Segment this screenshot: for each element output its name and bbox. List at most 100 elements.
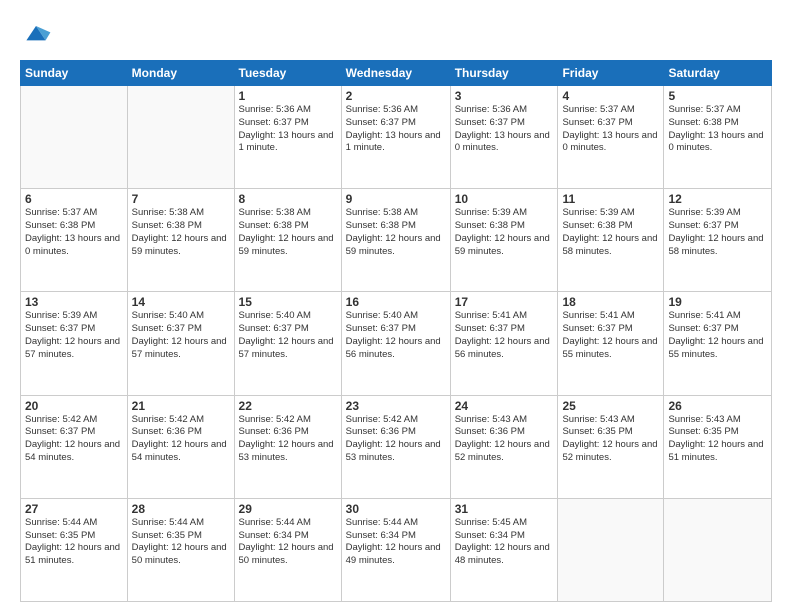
calendar-cell: 4Sunrise: 5:37 AM Sunset: 6:37 PM Daylig… (558, 86, 664, 189)
day-info: Sunrise: 5:40 AM Sunset: 6:37 PM Dayligh… (132, 310, 230, 361)
day-number: 25 (562, 399, 659, 413)
header (20, 18, 772, 50)
calendar-week-row: 27Sunrise: 5:44 AM Sunset: 6:35 PM Dayli… (21, 498, 772, 601)
day-info: Sunrise: 5:42 AM Sunset: 6:36 PM Dayligh… (132, 414, 230, 465)
day-info: Sunrise: 5:43 AM Sunset: 6:35 PM Dayligh… (668, 414, 767, 465)
calendar-cell: 5Sunrise: 5:37 AM Sunset: 6:38 PM Daylig… (664, 86, 772, 189)
day-number: 31 (455, 502, 554, 516)
day-of-week-header: Sunday (21, 61, 128, 86)
day-number: 21 (132, 399, 230, 413)
day-info: Sunrise: 5:42 AM Sunset: 6:37 PM Dayligh… (25, 414, 123, 465)
day-of-week-header: Monday (127, 61, 234, 86)
day-info: Sunrise: 5:37 AM Sunset: 6:37 PM Dayligh… (562, 104, 659, 155)
calendar-cell: 1Sunrise: 5:36 AM Sunset: 6:37 PM Daylig… (234, 86, 341, 189)
logo-icon (20, 18, 52, 50)
calendar-cell: 3Sunrise: 5:36 AM Sunset: 6:37 PM Daylig… (450, 86, 558, 189)
day-of-week-header: Saturday (664, 61, 772, 86)
day-number: 13 (25, 295, 123, 309)
day-info: Sunrise: 5:43 AM Sunset: 6:36 PM Dayligh… (455, 414, 554, 465)
logo (20, 18, 56, 50)
day-number: 1 (239, 89, 337, 103)
day-info: Sunrise: 5:39 AM Sunset: 6:37 PM Dayligh… (668, 207, 767, 258)
day-of-week-header: Wednesday (341, 61, 450, 86)
calendar-cell: 26Sunrise: 5:43 AM Sunset: 6:35 PM Dayli… (664, 395, 772, 498)
calendar-week-row: 6Sunrise: 5:37 AM Sunset: 6:38 PM Daylig… (21, 189, 772, 292)
day-info: Sunrise: 5:40 AM Sunset: 6:37 PM Dayligh… (239, 310, 337, 361)
calendar-cell: 24Sunrise: 5:43 AM Sunset: 6:36 PM Dayli… (450, 395, 558, 498)
calendar-week-row: 13Sunrise: 5:39 AM Sunset: 6:37 PM Dayli… (21, 292, 772, 395)
calendar-cell: 13Sunrise: 5:39 AM Sunset: 6:37 PM Dayli… (21, 292, 128, 395)
calendar-cell (664, 498, 772, 601)
calendar-cell: 23Sunrise: 5:42 AM Sunset: 6:36 PM Dayli… (341, 395, 450, 498)
day-number: 8 (239, 192, 337, 206)
day-number: 20 (25, 399, 123, 413)
day-number: 23 (346, 399, 446, 413)
day-info: Sunrise: 5:43 AM Sunset: 6:35 PM Dayligh… (562, 414, 659, 465)
day-info: Sunrise: 5:44 AM Sunset: 6:34 PM Dayligh… (346, 517, 446, 568)
day-number: 16 (346, 295, 446, 309)
day-info: Sunrise: 5:36 AM Sunset: 6:37 PM Dayligh… (239, 104, 337, 155)
day-number: 14 (132, 295, 230, 309)
day-info: Sunrise: 5:41 AM Sunset: 6:37 PM Dayligh… (668, 310, 767, 361)
day-number: 11 (562, 192, 659, 206)
day-number: 12 (668, 192, 767, 206)
day-number: 24 (455, 399, 554, 413)
day-number: 19 (668, 295, 767, 309)
day-number: 2 (346, 89, 446, 103)
calendar-cell: 10Sunrise: 5:39 AM Sunset: 6:38 PM Dayli… (450, 189, 558, 292)
calendar-week-row: 1Sunrise: 5:36 AM Sunset: 6:37 PM Daylig… (21, 86, 772, 189)
day-of-week-header: Thursday (450, 61, 558, 86)
calendar-cell: 2Sunrise: 5:36 AM Sunset: 6:37 PM Daylig… (341, 86, 450, 189)
day-number: 18 (562, 295, 659, 309)
calendar-cell (558, 498, 664, 601)
day-info: Sunrise: 5:44 AM Sunset: 6:35 PM Dayligh… (132, 517, 230, 568)
day-info: Sunrise: 5:36 AM Sunset: 6:37 PM Dayligh… (455, 104, 554, 155)
day-number: 22 (239, 399, 337, 413)
day-number: 5 (668, 89, 767, 103)
day-info: Sunrise: 5:41 AM Sunset: 6:37 PM Dayligh… (455, 310, 554, 361)
calendar: SundayMondayTuesdayWednesdayThursdayFrid… (20, 60, 772, 602)
day-info: Sunrise: 5:42 AM Sunset: 6:36 PM Dayligh… (346, 414, 446, 465)
calendar-cell: 11Sunrise: 5:39 AM Sunset: 6:38 PM Dayli… (558, 189, 664, 292)
day-info: Sunrise: 5:39 AM Sunset: 6:37 PM Dayligh… (25, 310, 123, 361)
day-number: 7 (132, 192, 230, 206)
day-info: Sunrise: 5:37 AM Sunset: 6:38 PM Dayligh… (25, 207, 123, 258)
calendar-week-row: 20Sunrise: 5:42 AM Sunset: 6:37 PM Dayli… (21, 395, 772, 498)
day-number: 17 (455, 295, 554, 309)
day-number: 3 (455, 89, 554, 103)
day-number: 26 (668, 399, 767, 413)
day-info: Sunrise: 5:39 AM Sunset: 6:38 PM Dayligh… (562, 207, 659, 258)
calendar-cell: 21Sunrise: 5:42 AM Sunset: 6:36 PM Dayli… (127, 395, 234, 498)
calendar-header-row: SundayMondayTuesdayWednesdayThursdayFrid… (21, 61, 772, 86)
day-info: Sunrise: 5:38 AM Sunset: 6:38 PM Dayligh… (132, 207, 230, 258)
calendar-cell: 19Sunrise: 5:41 AM Sunset: 6:37 PM Dayli… (664, 292, 772, 395)
day-number: 10 (455, 192, 554, 206)
day-info: Sunrise: 5:38 AM Sunset: 6:38 PM Dayligh… (346, 207, 446, 258)
calendar-cell: 25Sunrise: 5:43 AM Sunset: 6:35 PM Dayli… (558, 395, 664, 498)
day-info: Sunrise: 5:45 AM Sunset: 6:34 PM Dayligh… (455, 517, 554, 568)
calendar-cell: 30Sunrise: 5:44 AM Sunset: 6:34 PM Dayli… (341, 498, 450, 601)
calendar-cell: 7Sunrise: 5:38 AM Sunset: 6:38 PM Daylig… (127, 189, 234, 292)
calendar-cell: 28Sunrise: 5:44 AM Sunset: 6:35 PM Dayli… (127, 498, 234, 601)
day-number: 29 (239, 502, 337, 516)
day-info: Sunrise: 5:42 AM Sunset: 6:36 PM Dayligh… (239, 414, 337, 465)
day-number: 15 (239, 295, 337, 309)
calendar-cell: 29Sunrise: 5:44 AM Sunset: 6:34 PM Dayli… (234, 498, 341, 601)
day-of-week-header: Friday (558, 61, 664, 86)
calendar-cell: 15Sunrise: 5:40 AM Sunset: 6:37 PM Dayli… (234, 292, 341, 395)
day-number: 27 (25, 502, 123, 516)
calendar-cell: 27Sunrise: 5:44 AM Sunset: 6:35 PM Dayli… (21, 498, 128, 601)
calendar-cell: 6Sunrise: 5:37 AM Sunset: 6:38 PM Daylig… (21, 189, 128, 292)
calendar-cell: 22Sunrise: 5:42 AM Sunset: 6:36 PM Dayli… (234, 395, 341, 498)
calendar-cell: 8Sunrise: 5:38 AM Sunset: 6:38 PM Daylig… (234, 189, 341, 292)
day-number: 28 (132, 502, 230, 516)
day-info: Sunrise: 5:40 AM Sunset: 6:37 PM Dayligh… (346, 310, 446, 361)
day-info: Sunrise: 5:44 AM Sunset: 6:35 PM Dayligh… (25, 517, 123, 568)
day-number: 9 (346, 192, 446, 206)
day-info: Sunrise: 5:44 AM Sunset: 6:34 PM Dayligh… (239, 517, 337, 568)
day-number: 6 (25, 192, 123, 206)
calendar-cell: 16Sunrise: 5:40 AM Sunset: 6:37 PM Dayli… (341, 292, 450, 395)
calendar-cell: 18Sunrise: 5:41 AM Sunset: 6:37 PM Dayli… (558, 292, 664, 395)
calendar-cell: 17Sunrise: 5:41 AM Sunset: 6:37 PM Dayli… (450, 292, 558, 395)
calendar-cell: 9Sunrise: 5:38 AM Sunset: 6:38 PM Daylig… (341, 189, 450, 292)
